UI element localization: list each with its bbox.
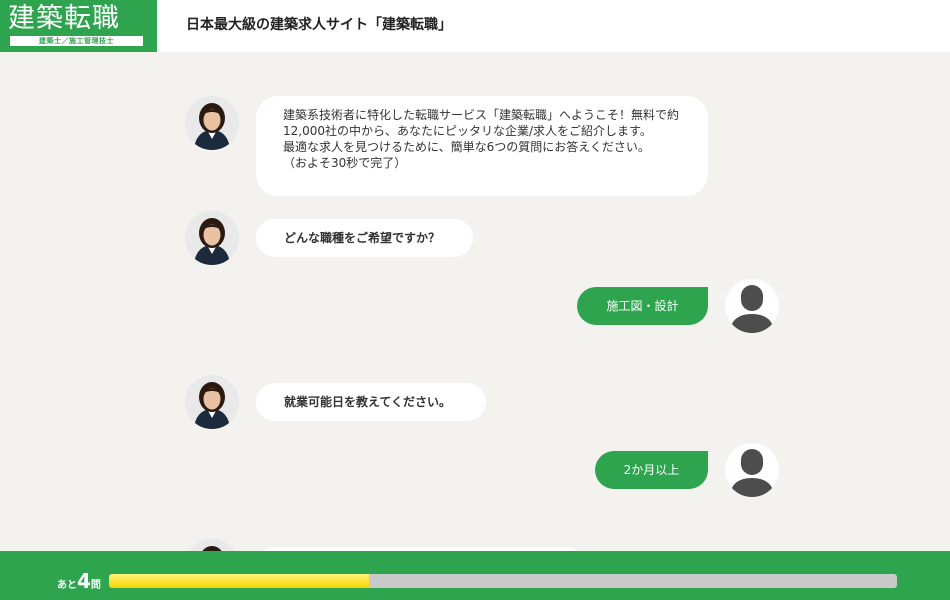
remaining-count: 4 — [77, 569, 91, 593]
logo-text: 建築転職 — [8, 3, 120, 34]
assistant-avatar — [185, 96, 239, 150]
remaining-suffix: 問 — [90, 580, 101, 591]
assistant-avatar — [185, 375, 239, 429]
logo-subtitle: 建築士／施工管理技士 — [10, 36, 143, 46]
user-avatar — [725, 279, 779, 333]
user-avatar — [725, 443, 779, 497]
answer-bubble: 2か月以上 — [595, 451, 708, 489]
intro-message-line: 最適な求人を見つけるために、簡単な6つの質問にお答えください。 — [283, 140, 650, 154]
remaining-questions: あと4問 — [57, 571, 101, 596]
answer-bubble: 施工図・設計 — [577, 287, 708, 325]
person-silhouette-icon — [730, 285, 774, 333]
logo[interactable]: 建築転職 建築士／施工管理技士 — [0, 0, 157, 52]
assistant-avatar — [185, 211, 239, 265]
intro-message-line: 建築系技術者に特化した転職サービス「建築転職」へようこそ！無料で約12,000社… — [283, 108, 680, 138]
site-title: 日本最大級の建築求人サイト「建築転職」 — [186, 17, 452, 33]
intro-message-bubble: 建築系技術者に特化した転職サービス「建築転職」へようこそ！無料で約12,000社… — [256, 96, 708, 196]
remaining-prefix: あと — [57, 580, 77, 591]
progress-bar-fill — [109, 574, 370, 588]
person-silhouette-icon — [730, 449, 774, 497]
intro-message-line: （およそ30秒で完了） — [283, 156, 407, 170]
progress-bar — [109, 574, 897, 588]
header: 建築転職 建築士／施工管理技士 日本最大級の建築求人サイト「建築転職」 — [0, 0, 950, 52]
question-bubble: 就業可能日を教えてください。 — [256, 383, 486, 421]
question-bubble: どんな職種をご希望ですか？ — [256, 219, 473, 257]
